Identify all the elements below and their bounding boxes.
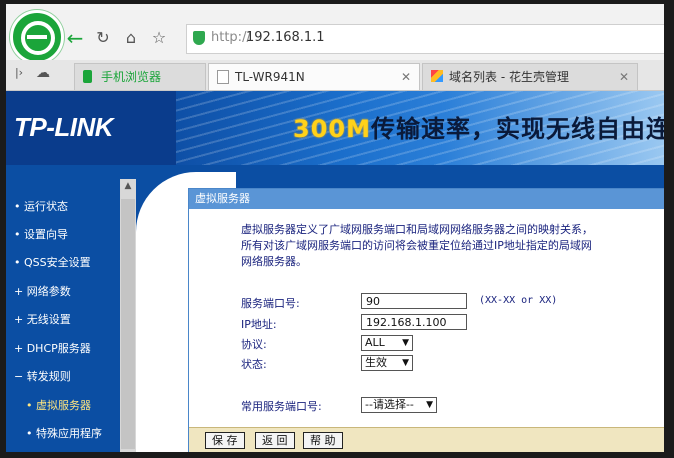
- browser-window: ← ↻ ⌂ ☆ http:// 192.168.1.1 |› ☁ 手机浏览器 T…: [6, 4, 664, 452]
- chevron-down-icon: ▼: [402, 338, 409, 348]
- url-protocol: http://: [211, 30, 251, 45]
- address-bar[interactable]: http:// 192.168.1.1: [186, 24, 664, 54]
- cloud-icon[interactable]: ☁: [32, 62, 54, 84]
- common-port-select[interactable]: --请选择-- ▼: [361, 397, 437, 413]
- sidebar-item-virtual-server[interactable]: • 虚拟服务器: [26, 397, 91, 413]
- sidebar-item-wireless[interactable]: + 无线设置: [14, 311, 71, 327]
- secure-shield-icon: [193, 31, 205, 45]
- common-port-label: 常用服务端口号:: [241, 400, 322, 413]
- tab-label: TL-WR941N: [235, 70, 305, 84]
- description-line: 所有对该广域网服务端口的访问将会被重定位给通过IP地址指定的局域网: [241, 239, 592, 252]
- virtual-server-panel: 虚拟服务器 虚拟服务器定义了广域网服务端口和局域网网络服务器之间的映射关系， 所…: [188, 188, 664, 452]
- tab-mobile-browser[interactable]: 手机浏览器: [74, 63, 206, 90]
- protocol-value: ALL: [365, 336, 385, 349]
- port-label: 服务端口号:: [241, 297, 300, 310]
- button-bar: 保 存 返 回 帮 助: [189, 427, 664, 452]
- sidebar-item-network[interactable]: + 网络参数: [14, 283, 71, 299]
- reload-icon[interactable]: ↻: [92, 27, 114, 49]
- save-button[interactable]: 保 存: [205, 432, 245, 449]
- slogan-highlight: 300M: [293, 115, 371, 143]
- status-value: 生效: [365, 356, 387, 369]
- tab-label: 域名列表 - 花生壳管理: [449, 70, 569, 84]
- status-label: 状态:: [241, 358, 267, 371]
- url-host: 192.168.1.1: [246, 30, 325, 45]
- protocol-label: 协议:: [241, 338, 267, 351]
- tab-label: 手机浏览器: [101, 70, 162, 84]
- banner-art: 300M传输速率，实现无线自由连: [176, 91, 664, 165]
- sidebar-scrollbar[interactable]: ▲: [120, 179, 136, 452]
- tplink-logo: TP-LINK: [6, 91, 176, 165]
- home-icon[interactable]: ⌂: [120, 27, 142, 49]
- sidebar-item-forwarding[interactable]: − 转发规则: [14, 368, 71, 384]
- port-hint: (XX-XX or XX): [479, 295, 558, 306]
- sidebar: • 运行状态 • 设置向导 • QSS安全设置 + 网络参数 + 无线设置 + …: [6, 165, 136, 452]
- status-select[interactable]: 生效 ▼: [361, 355, 413, 371]
- tab-bar: |› ☁ 手机浏览器 TL-WR941N ✕ 域名列表 - 花生壳管理 ✕: [6, 60, 664, 91]
- sidebar-item-wizard[interactable]: • 设置向导: [14, 226, 68, 242]
- close-tab-icon[interactable]: ✕: [401, 64, 411, 90]
- back-arrow-icon[interactable]: ←: [64, 27, 86, 49]
- port-input[interactable]: 90: [361, 293, 467, 309]
- sidebar-item-special-app[interactable]: • 特殊应用程序: [26, 425, 102, 441]
- sidebar-item-dhcp[interactable]: + DHCP服务器: [14, 340, 91, 356]
- description-line: 虚拟服务器定义了广域网服务端口和局域网网络服务器之间的映射关系，: [241, 223, 593, 236]
- common-port-value: --请选择--: [365, 398, 414, 411]
- peanut-shell-icon: [431, 70, 443, 82]
- protocol-select[interactable]: ALL ▼: [361, 335, 413, 351]
- scroll-thumb[interactable]: [121, 199, 135, 449]
- tplink-logo-text: TP-LINK: [14, 112, 114, 142]
- close-tab-icon[interactable]: ✕: [619, 64, 629, 90]
- sidebar-toggle-icon[interactable]: |›: [8, 62, 30, 84]
- page-icon: [217, 70, 229, 84]
- banner-slogan: 300M传输速率，实现无线自由连: [293, 109, 664, 144]
- browser-toolbar: ← ↻ ⌂ ☆ http:// 192.168.1.1: [6, 4, 664, 64]
- chevron-down-icon: ▼: [402, 358, 409, 368]
- panel-title: 虚拟服务器: [189, 189, 664, 209]
- help-button[interactable]: 帮 助: [303, 432, 343, 449]
- star-icon[interactable]: ☆: [148, 27, 170, 49]
- phone-icon: [83, 70, 92, 83]
- ip-label: IP地址:: [241, 318, 277, 331]
- router-banner: TP-LINK 300M传输速率，实现无线自由连: [6, 91, 664, 165]
- chevron-down-icon: ▼: [426, 400, 433, 410]
- slogan-text: 传输速率，实现无线自由连: [370, 115, 664, 143]
- browser-logo-icon[interactable]: [10, 10, 64, 64]
- scroll-up-icon[interactable]: ▲: [120, 181, 136, 195]
- ip-input[interactable]: 192.168.1.100: [361, 314, 467, 330]
- tab-domain-list[interactable]: 域名列表 - 花生壳管理 ✕: [422, 63, 638, 90]
- back-button[interactable]: 返 回: [255, 432, 295, 449]
- tab-tl-wr941n[interactable]: TL-WR941N ✕: [208, 63, 420, 90]
- panel-description: 虚拟服务器定义了广域网服务端口和局域网网络服务器之间的映射关系， 所有对该广域网…: [241, 222, 621, 270]
- sidebar-item-qss[interactable]: • QSS安全设置: [14, 254, 91, 270]
- description-line: 网络服务器。: [241, 255, 307, 268]
- sidebar-item-status[interactable]: • 运行状态: [14, 198, 68, 214]
